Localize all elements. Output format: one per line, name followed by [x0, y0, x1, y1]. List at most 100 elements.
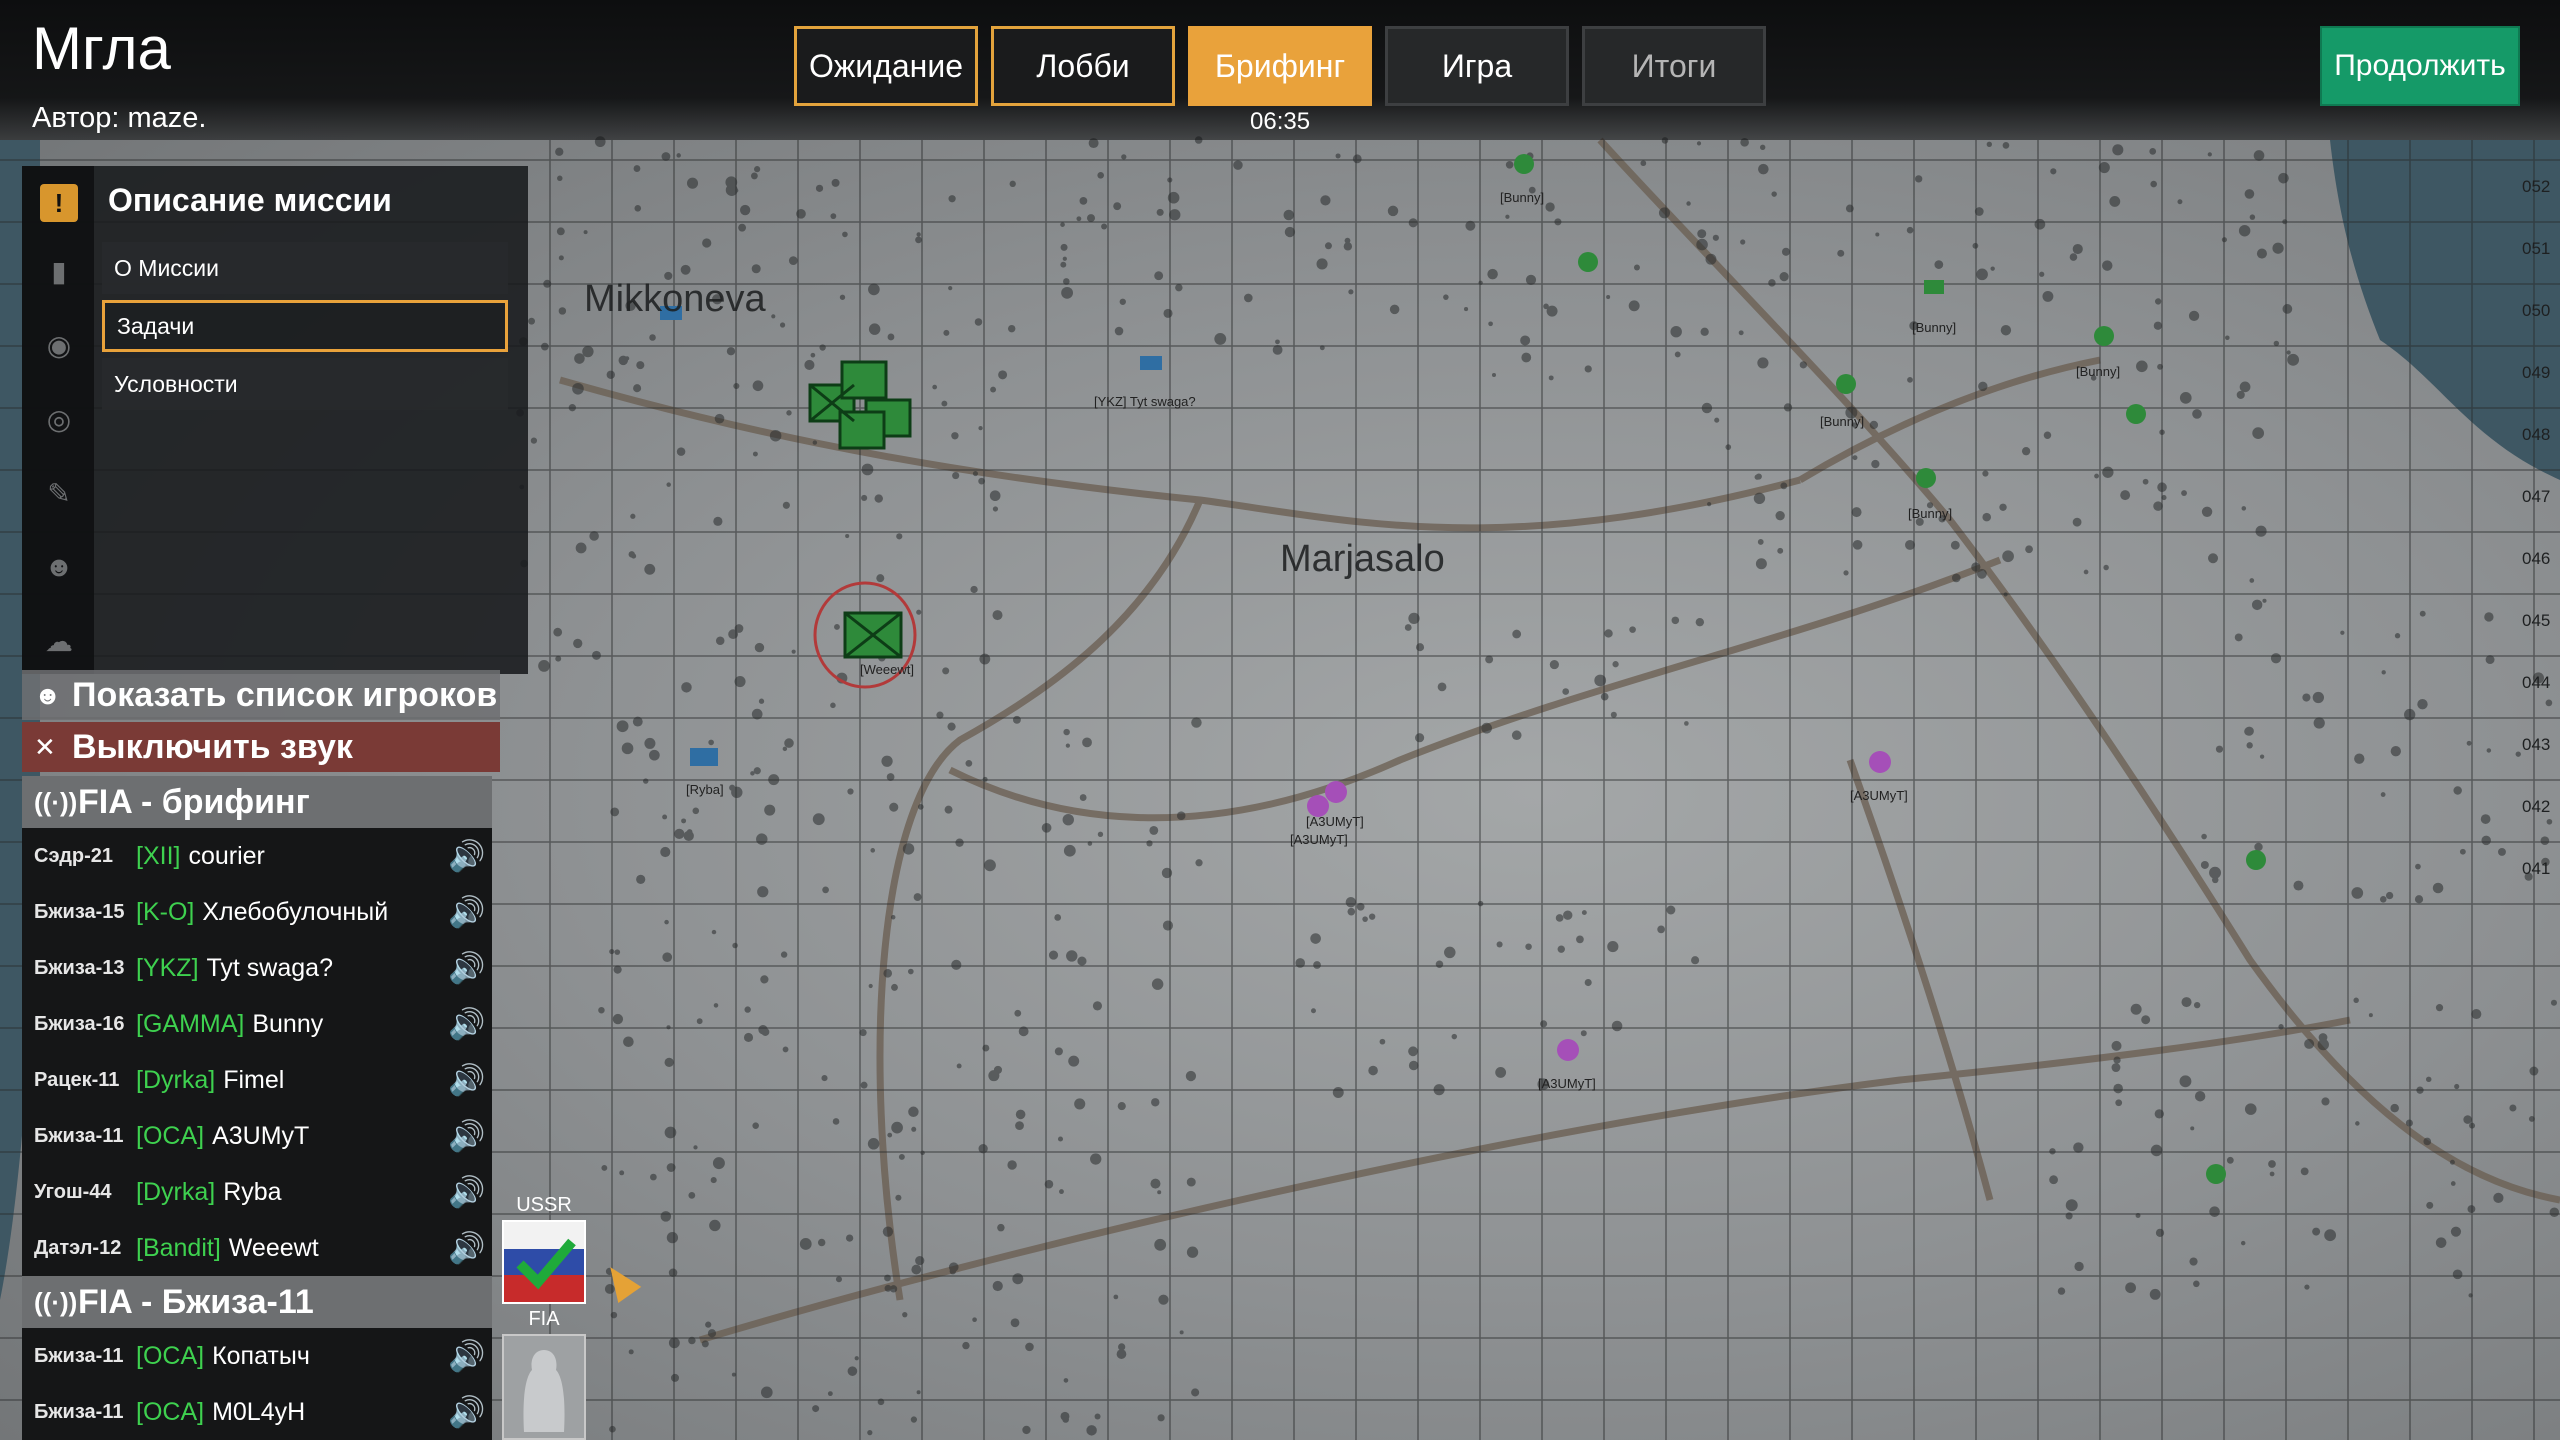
show-players-label: Показать список игроков — [72, 675, 498, 714]
unit-marker[interactable] — [1836, 374, 1856, 394]
player-row[interactable]: Бжиза-11 [OCA] A3UMyT 🔊 — [22, 1108, 492, 1164]
fia-flag[interactable] — [502, 1334, 586, 1440]
phase-tab-briefing[interactable]: Брифинг — [1188, 26, 1372, 106]
player-row[interactable]: Бжиза-15 [K-O] Хлебобулочный 🔊 — [22, 884, 492, 940]
unit-marker-purple[interactable] — [1557, 1039, 1579, 1061]
map-unit-label: [Bunny] — [1912, 320, 1957, 335]
unit-marker-purple[interactable] — [1325, 781, 1347, 803]
group-header-bzhiza[interactable]: ((·)) FIA - Бжиза-11 — [22, 1276, 492, 1328]
player-row[interactable]: Рацек-11 [Dyrka] Fimel 🔊 — [22, 1052, 492, 1108]
target-icon[interactable]: ◎ — [40, 400, 78, 438]
player-tag: [Bandit] — [136, 1233, 221, 1262]
player-name: courier — [188, 841, 265, 870]
player-row[interactable]: Датэл-12 [Bandit] Weeewt 🔊 — [22, 1220, 492, 1276]
player-tag: [K-O] — [136, 897, 195, 926]
unit-marker[interactable] — [2246, 850, 2266, 870]
grid-label: 051 — [2522, 239, 2550, 258]
map-unit-label: [A3UMyT] — [1538, 1076, 1596, 1091]
marker-icon[interactable]: ▮ — [40, 252, 78, 290]
group-header-briefing[interactable]: ((·)) FIA - брифинг — [22, 776, 492, 828]
phase-tab-results[interactable]: Итоги — [1582, 26, 1766, 106]
unit-marker[interactable] — [840, 360, 888, 400]
info-icon[interactable]: ! — [40, 184, 78, 222]
player-name: Weeewt — [228, 1233, 319, 1262]
pencil-icon[interactable]: ✎ — [40, 474, 78, 512]
map-unit-label: [Bunny] — [1500, 190, 1545, 205]
mute-all-button[interactable]: ✕ Выключить звук — [22, 722, 500, 772]
player-row[interactable]: Бжиза-11 [OCA] M0L4yH 🔊 — [22, 1384, 492, 1440]
ussr-flag[interactable] — [502, 1220, 586, 1304]
speaker-icon[interactable]: 🔊 — [442, 1175, 492, 1210]
map-town-label: Marjasalo — [1280, 538, 1445, 580]
speaker-icon[interactable]: 🔊 — [442, 1063, 492, 1098]
player-callsign: Угош-44 — [34, 1180, 112, 1203]
unit-marker[interactable] — [2094, 326, 2114, 346]
speaker-icon[interactable]: 🔊 — [442, 1007, 492, 1042]
speaker-icon[interactable]: 🔊 — [442, 951, 492, 986]
grid-label: 046 — [2522, 549, 2550, 568]
group-player-list: Бжиза-11 [OCA] Копатыч 🔊 Бжиза-11 [OCA] … — [22, 1328, 492, 1440]
speaker-icon[interactable]: 🔊 — [442, 895, 492, 930]
checkmark-icon — [516, 1238, 576, 1290]
phase-tab-label: Брифинг — [1214, 47, 1346, 84]
unit-marker[interactable] — [1578, 252, 1598, 272]
players-icon[interactable]: ☻ — [40, 548, 78, 586]
unit-marker[interactable] — [838, 410, 886, 450]
phase-tab-waiting[interactable]: Ожидание — [794, 26, 978, 106]
map-unit-label: [YKZ] Tyt swaga? — [1094, 394, 1196, 409]
unit-marker[interactable] — [2206, 1164, 2226, 1184]
player-row[interactable]: Сэдр-21 [XII] courier 🔊 — [22, 828, 492, 884]
map-unit-label: [Ryba] — [686, 782, 724, 797]
show-players-button[interactable]: ☻ Показать список игроков — [22, 670, 500, 720]
speaker-icon[interactable]: 🔊 — [442, 1231, 492, 1266]
side-label-ussr: USSR — [516, 1194, 572, 1216]
player-name: Ryba — [223, 1177, 282, 1206]
compass-icon[interactable]: ◉ — [40, 326, 78, 364]
player-callsign: Бжиза-11 — [34, 1124, 124, 1147]
player-name: Bunny — [252, 1009, 324, 1038]
unit-marker[interactable] — [2126, 404, 2146, 424]
player-callsign: Сэдр-21 — [34, 844, 114, 867]
speaker-icon[interactable]: 🔊 — [442, 839, 492, 874]
briefing-timer: 06:35 — [1250, 108, 1311, 135]
speaker-icon[interactable]: 🔊 — [442, 1395, 492, 1430]
phase-tab-game[interactable]: Игра — [1385, 26, 1569, 106]
player-row[interactable]: Бжиза-13 [YKZ] Tyt swaga? 🔊 — [22, 940, 492, 996]
map-unit-label: [Bunny] — [2076, 364, 2121, 379]
map-town-label: Mikkoneva — [584, 278, 766, 320]
speaker-icon[interactable]: 🔊 — [442, 1119, 492, 1154]
briefing-item-tasks[interactable]: Задачи — [102, 300, 508, 352]
player-row[interactable]: Угош-44 [Dyrka] Ryba 🔊 — [22, 1164, 492, 1220]
unit-marker[interactable] — [1916, 468, 1936, 488]
briefing-item-about[interactable]: О Миссии — [102, 242, 508, 294]
player-name: Хлебобулочный — [202, 897, 389, 926]
phase-tab-lobby[interactable]: Лобби — [991, 26, 1175, 106]
player-name: M0L4yH — [212, 1397, 306, 1426]
cloud-icon[interactable]: ☁ — [40, 622, 78, 660]
grid-label: 045 — [2522, 611, 2550, 630]
player-tag: [XII] — [136, 841, 181, 870]
player-tag: [YKZ] — [136, 953, 199, 982]
map-unit-label: [A3UMyT] — [1290, 832, 1348, 847]
soldier-silhouette-icon — [523, 1350, 565, 1432]
player-tag: [Dyrka] — [136, 1065, 216, 1094]
grid-label: 050 — [2522, 301, 2550, 320]
speaker-icon[interactable]: 🔊 — [442, 1339, 492, 1374]
briefing-header: Описание миссии — [108, 182, 392, 218]
unit-marker-purple[interactable] — [1869, 751, 1891, 773]
unit-marker[interactable] — [1140, 356, 1162, 370]
briefing-item-conditions[interactable]: Условности — [102, 358, 508, 410]
top-bar: Мгла Автор: maze. Ожидание Лобби Брифинг… — [0, 0, 2560, 140]
unit-marker[interactable] — [1514, 154, 1534, 174]
unit-marker[interactable] — [1924, 280, 1944, 294]
player-row[interactable]: Бжиза-16 [GAMMA] Bunny 🔊 — [22, 996, 492, 1052]
player-row[interactable]: Бжиза-11 [OCA] Копатыч 🔊 — [22, 1328, 492, 1384]
continue-button[interactable]: Продолжить — [2320, 26, 2520, 106]
unit-marker[interactable] — [690, 748, 718, 766]
grid-label: 049 — [2522, 363, 2550, 382]
forest-area — [516, 136, 2560, 1436]
player-tag: [OCA] — [136, 1341, 205, 1370]
map-unit-label: [A3UMyT] — [1306, 814, 1364, 829]
player-tag: [OCA] — [136, 1397, 205, 1426]
map-unit-label: [Bunny] — [1820, 414, 1865, 429]
